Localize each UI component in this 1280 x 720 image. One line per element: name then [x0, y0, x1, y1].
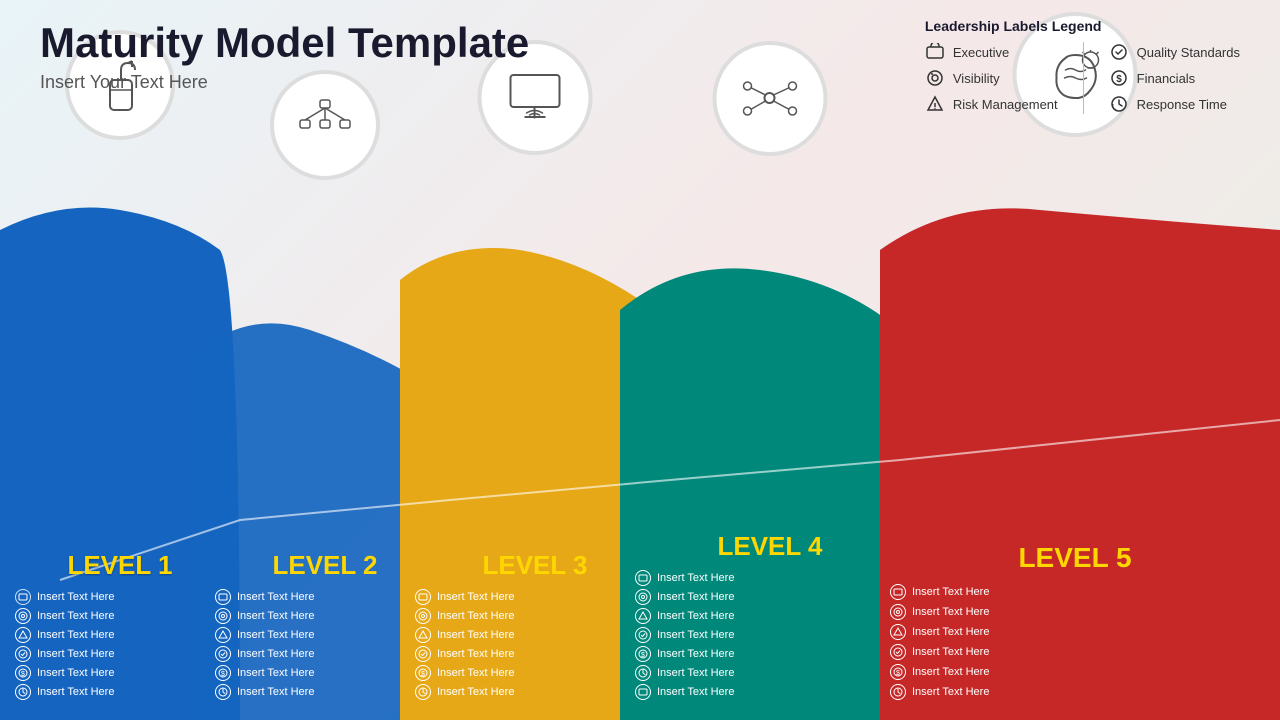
level1-content: LEVEL 1 Insert Text Here Insert Text Her…	[15, 550, 225, 720]
level2-content: LEVEL 2 Insert Text Here Insert Text Her…	[215, 550, 435, 720]
legend-visibility: Visibility	[925, 68, 1058, 88]
level3-content: LEVEL 3 Insert Text Here Insert Text Her…	[415, 550, 655, 720]
level2-item-6: Insert Text Here	[215, 684, 435, 700]
level4-item-2: Insert Text Here	[635, 589, 905, 605]
legend-executive: Executive	[925, 42, 1058, 62]
legend-financials: $ Financials	[1109, 68, 1240, 88]
svg-text:$: $	[221, 671, 225, 678]
executive-icon	[925, 42, 945, 62]
svg-text:$: $	[21, 671, 25, 678]
level2-title: LEVEL 2	[215, 550, 435, 581]
level5-item-3: Insert Text Here	[890, 624, 1260, 640]
level2-item-4: Insert Text Here	[215, 646, 435, 662]
legend: Leadership Labels Legend Executive	[925, 18, 1240, 114]
level2-icon	[295, 95, 355, 155]
legend-col-1: Executive Visibility	[925, 42, 1058, 114]
level1-item-5: $Insert Text Here	[15, 665, 225, 681]
financials-label: Financials	[1137, 71, 1196, 86]
level5-item-1: Insert Text Here	[890, 584, 1260, 600]
level3-item-2: Insert Text Here	[415, 608, 655, 624]
level4-item-1: Insert Text Here	[635, 570, 905, 586]
level3-item-4: Insert Text Here	[415, 646, 655, 662]
executive-label: Executive	[953, 45, 1009, 60]
level1-item-3: Insert Text Here	[15, 627, 225, 643]
level4-title: LEVEL 4	[635, 531, 905, 562]
level5-title: LEVEL 5	[890, 542, 1260, 574]
level4-item-7: Insert Text Here	[635, 684, 905, 700]
level4-items: Insert Text Here Insert Text Here Insert…	[635, 570, 905, 720]
level3-item-6: Insert Text Here	[415, 684, 655, 700]
level5-items: Insert Text Here Insert Text Here Insert…	[890, 584, 1260, 720]
visibility-icon	[925, 68, 945, 88]
svg-text:$: $	[641, 652, 645, 659]
risk-icon	[925, 94, 945, 114]
page-subtitle: Insert Your Text Here	[40, 72, 529, 93]
response-icon	[1109, 94, 1129, 114]
legend-col-2: Quality Standards $ Financials	[1109, 42, 1240, 114]
level2-item-5: $Insert Text Here	[215, 665, 435, 681]
svg-text:$: $	[421, 671, 425, 678]
level3-item-3: Insert Text Here	[415, 627, 655, 643]
level4-icon	[738, 66, 803, 131]
level2-item-1: Insert Text Here	[215, 589, 435, 605]
level2-item-3: Insert Text Here	[215, 627, 435, 643]
quality-icon	[1109, 42, 1129, 62]
svg-text:$: $	[896, 670, 900, 677]
header: Maturity Model Template Insert Your Text…	[40, 20, 529, 93]
level3-title: LEVEL 3	[415, 550, 655, 581]
level2-item-2: Insert Text Here	[215, 608, 435, 624]
response-label: Response Time	[1137, 97, 1227, 112]
svg-text:$: $	[1116, 74, 1122, 85]
level3-items: Insert Text Here Insert Text Here Insert…	[415, 589, 655, 720]
financials-icon: $	[1109, 68, 1129, 88]
level5-item-4: Insert Text Here	[890, 644, 1260, 660]
level4-item-4: Insert Text Here	[635, 627, 905, 643]
main-diagram: LEVEL 1 Insert Text Here Insert Text Her…	[0, 150, 1280, 720]
level1-item-4: Insert Text Here	[15, 646, 225, 662]
level5-item-2: Insert Text Here	[890, 604, 1260, 620]
level4-item-3: Insert Text Here	[635, 608, 905, 624]
level2-items: Insert Text Here Insert Text Here Insert…	[215, 589, 435, 720]
risk-label: Risk Management	[953, 97, 1058, 112]
legend-risk: Risk Management	[925, 94, 1058, 114]
level3-item-5: $Insert Text Here	[415, 665, 655, 681]
level4-item-6: Insert Text Here	[635, 665, 905, 681]
level1-item-1: Insert Text Here	[15, 589, 225, 605]
level1-item-2: Insert Text Here	[15, 608, 225, 624]
level3-item-1: Insert Text Here	[415, 589, 655, 605]
level4-content: LEVEL 4 Insert Text Here Insert Text Her…	[635, 531, 905, 720]
level1-items: Insert Text Here Insert Text Here Insert…	[15, 589, 225, 720]
level1-title: LEVEL 1	[15, 550, 225, 581]
legend-quality: Quality Standards	[1109, 42, 1240, 62]
level5-item-5: $Insert Text Here	[890, 664, 1260, 680]
legend-response: Response Time	[1109, 94, 1240, 114]
level5-item-6: Insert Text Here	[890, 684, 1260, 700]
level4-item-5: $Insert Text Here	[635, 646, 905, 662]
level5-content: LEVEL 5 Insert Text Here Insert Text Her…	[890, 542, 1260, 720]
level4-circle	[713, 41, 828, 156]
legend-title: Leadership Labels Legend	[925, 18, 1240, 34]
legend-divider	[1083, 42, 1084, 114]
page-title: Maturity Model Template	[40, 20, 529, 66]
level1-item-6: Insert Text Here	[15, 684, 225, 700]
quality-label: Quality Standards	[1137, 45, 1240, 60]
visibility-label: Visibility	[953, 71, 1000, 86]
